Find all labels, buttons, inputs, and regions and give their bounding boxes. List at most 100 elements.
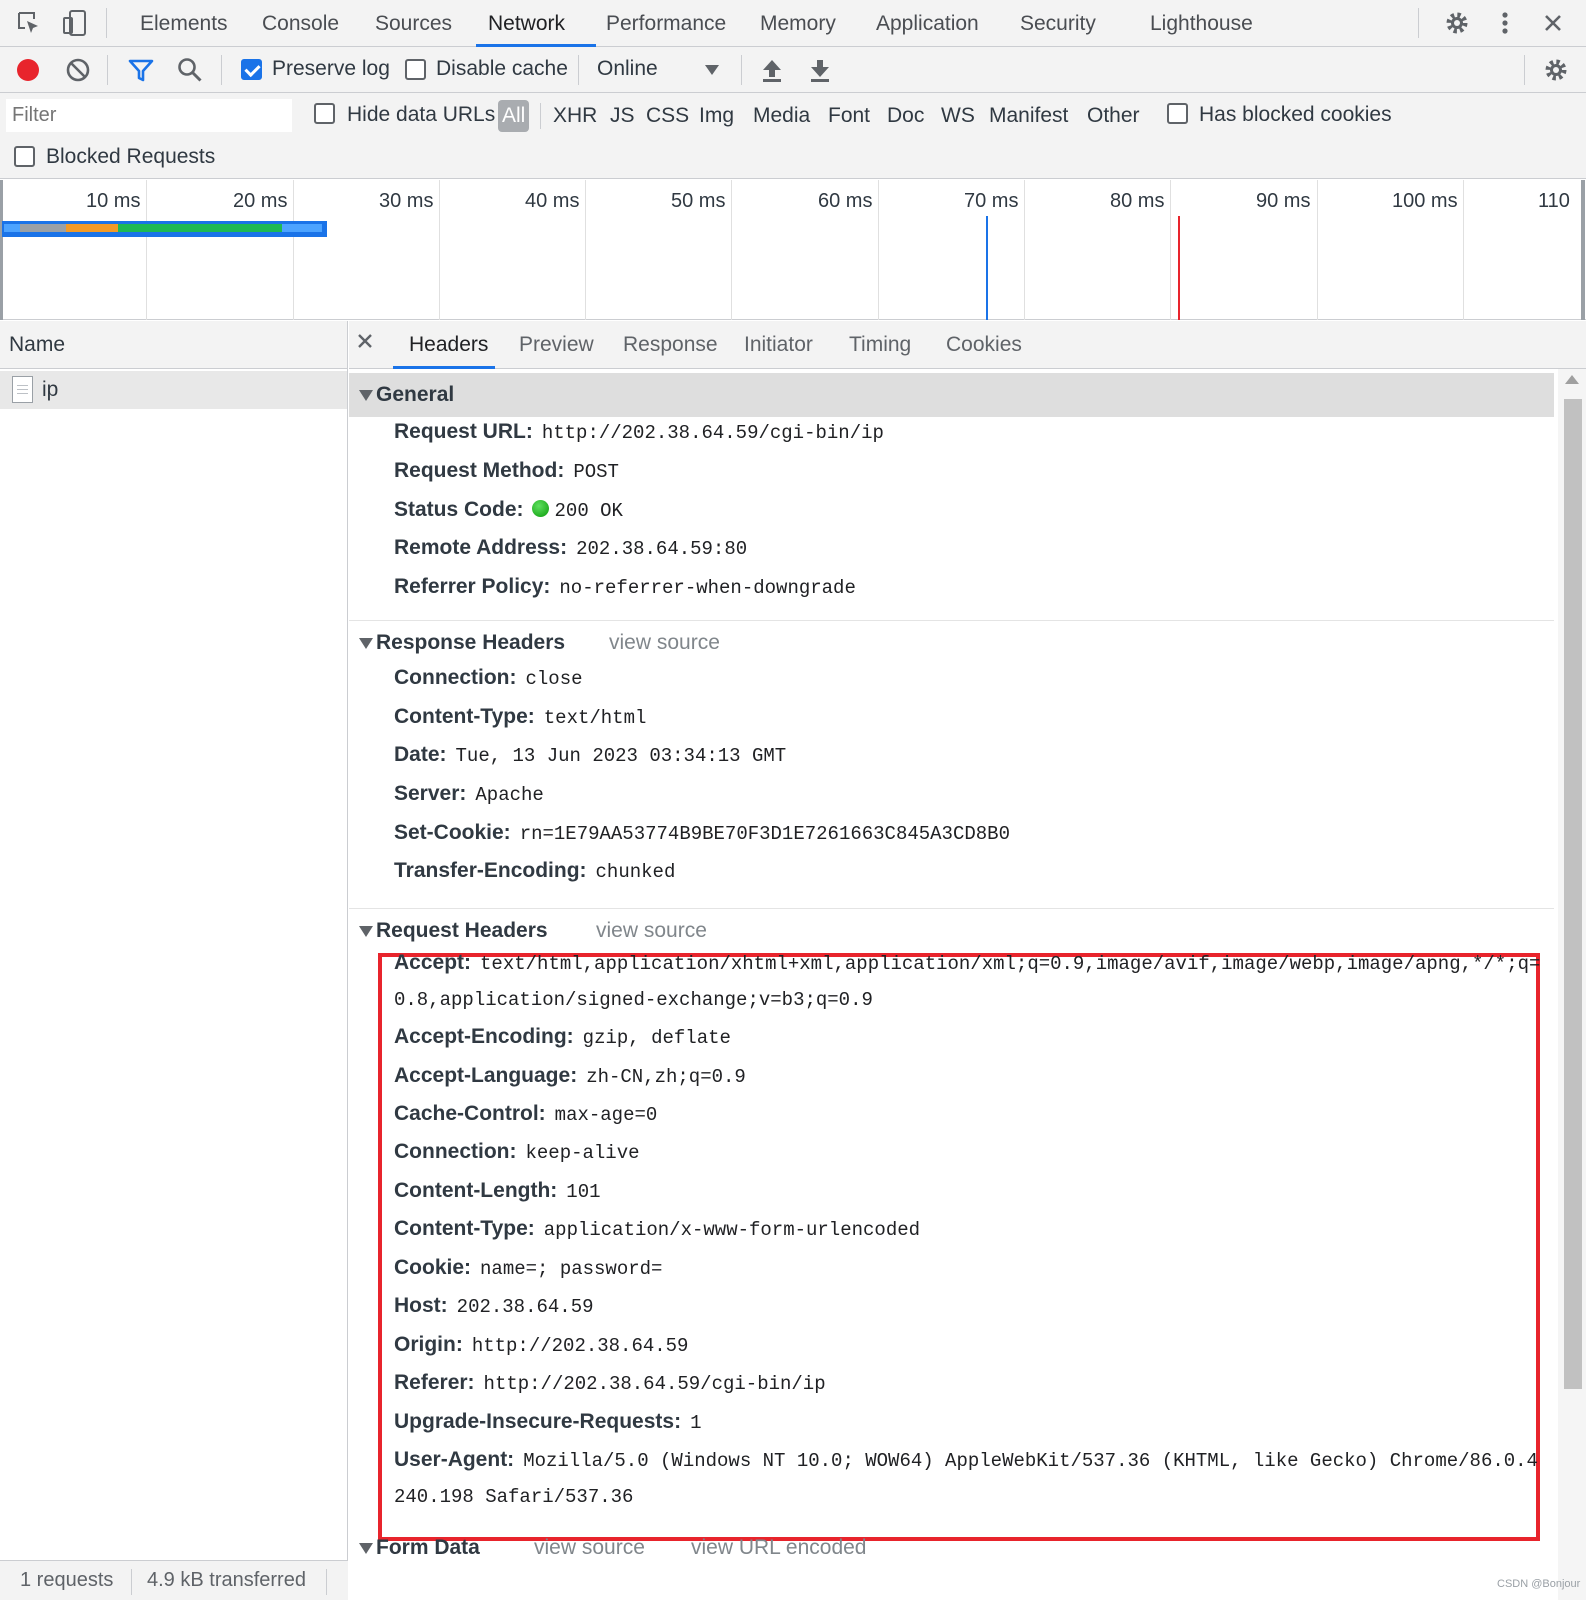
more-options-icon[interactable]: [1490, 8, 1520, 38]
scroll-up-arrow-icon[interactable]: [1565, 375, 1579, 384]
response-view-source-link[interactable]: view source: [609, 621, 720, 665]
tab-preview[interactable]: Preview: [519, 321, 594, 369]
active-detail-tab-indicator: [393, 366, 495, 369]
chevron-down-icon[interactable]: [697, 55, 727, 85]
general-section-header[interactable]: General: [349, 373, 1554, 417]
overview-tick: 100 ms: [1392, 190, 1458, 212]
response-header-row: Server: Apache: [394, 782, 544, 806]
overview-tick: 10 ms: [86, 190, 141, 212]
expand-triangle-icon: [359, 638, 373, 649]
tab-memory[interactable]: Memory: [760, 0, 836, 47]
export-har-icon[interactable]: [805, 55, 835, 85]
overview-gridline: [1317, 180, 1318, 320]
tab-sources[interactable]: Sources: [375, 0, 452, 47]
tab-timing[interactable]: Timing: [849, 321, 911, 369]
form-view-source-link[interactable]: view source: [534, 1526, 645, 1570]
filter-input[interactable]: [6, 99, 292, 132]
close-detail-icon[interactable]: [357, 329, 373, 355]
request-header-row: Connection: keep-alive: [394, 1140, 640, 1164]
search-icon[interactable]: [175, 55, 205, 85]
tab-headers[interactable]: Headers: [409, 321, 488, 369]
preserve-log-label[interactable]: Preserve log: [272, 57, 390, 81]
blocked-requests-label[interactable]: Blocked Requests: [46, 145, 215, 169]
response-headers-section-header[interactable]: Response Headers view source: [349, 621, 1554, 665]
hide-data-urls-label[interactable]: Hide data URLs: [347, 103, 495, 127]
has-blocked-cookies-checkbox[interactable]: [1167, 103, 1188, 124]
overview-tick: 110: [1538, 190, 1570, 212]
request-headers-section-header[interactable]: Request Headers view source: [349, 909, 1554, 953]
import-har-icon[interactable]: [757, 55, 787, 85]
response-header-row: Date: Tue, 13 Jun 2023 03:34:13 GMT: [394, 743, 787, 767]
filter-icon[interactable]: [126, 55, 156, 85]
request-headers-title: Request Headers: [376, 919, 548, 942]
request-row[interactable]: ip: [0, 371, 347, 409]
filter-type-all[interactable]: All: [498, 100, 530, 132]
tab-performance[interactable]: Performance: [606, 0, 726, 47]
request-header-row: Referer: http://202.38.64.59/cgi-bin/ip: [394, 1371, 826, 1395]
tab-security[interactable]: Security: [1020, 0, 1096, 47]
filter-type-manifest[interactable]: Manifest: [989, 100, 1068, 132]
tab-application[interactable]: Application: [876, 0, 979, 47]
settings-gear-icon[interactable]: [1442, 8, 1472, 38]
hide-data-urls-checkbox[interactable]: [314, 103, 335, 124]
filter-type-xhr[interactable]: XHR: [553, 100, 597, 132]
scrollbar-thumb[interactable]: [1564, 399, 1582, 1389]
request-header-row: Cookie: name=; password=: [394, 1256, 663, 1280]
overview-left-handle[interactable]: [0, 180, 3, 320]
request-list: Name ip: [0, 321, 348, 1566]
filter-type-doc[interactable]: Doc: [887, 100, 924, 132]
toolbar-divider: [1524, 55, 1525, 85]
request-header-row-continuation: 0.8,application/signed-exchange;v=b3;q=0…: [394, 989, 873, 1011]
throttling-select[interactable]: Online: [597, 57, 658, 81]
form-data-section-header[interactable]: Form Data view source view URL encoded: [349, 1526, 1554, 1570]
response-header-row: Content-Type: text/html: [394, 705, 647, 729]
response-header-row: Set-Cookie: rn=1E79AA53774B9BE70F3D1E7261…: [394, 821, 1010, 845]
detail-tab-bar: Headers Preview Response Initiator Timin…: [349, 321, 1586, 369]
tab-cookies[interactable]: Cookies: [946, 321, 1022, 369]
network-overview-timeline[interactable]: 10 ms 20 ms 30 ms 40 ms 50 ms 60 ms 70 m…: [0, 180, 1586, 320]
record-button[interactable]: [13, 55, 43, 85]
inspect-element-icon[interactable]: [14, 8, 44, 38]
filter-type-js[interactable]: JS: [610, 100, 635, 132]
tab-network[interactable]: Network: [488, 0, 565, 47]
blocked-requests-checkbox[interactable]: [14, 146, 35, 167]
has-blocked-cookies-label[interactable]: Has blocked cookies: [1199, 103, 1392, 127]
general-row-remote-address: Remote Address: 202.38.64.59:80: [394, 536, 748, 560]
clear-icon[interactable]: [63, 55, 93, 85]
name-column-header[interactable]: Name: [0, 321, 347, 369]
tab-lighthouse[interactable]: Lighthouse: [1150, 0, 1253, 47]
filter-type-other[interactable]: Other: [1087, 100, 1140, 132]
request-header-row: Upgrade-Insecure-Requests: 1: [394, 1410, 702, 1434]
disable-cache-label[interactable]: Disable cache: [436, 57, 568, 81]
view-url-encoded-link[interactable]: view URL encoded: [691, 1526, 867, 1570]
request-view-source-link[interactable]: view source: [596, 909, 707, 953]
filter-type-ws[interactable]: WS: [941, 100, 975, 132]
detail-scrollbar[interactable]: [1558, 369, 1586, 1600]
filter-type-css[interactable]: CSS: [646, 100, 689, 132]
device-toolbar-icon[interactable]: [60, 8, 90, 38]
tab-elements[interactable]: Elements: [140, 0, 228, 47]
response-header-row: Connection: close: [394, 666, 583, 690]
tab-initiator[interactable]: Initiator: [744, 321, 813, 369]
filter-type-img[interactable]: Img: [699, 100, 734, 132]
preserve-log-checkbox[interactable]: [241, 59, 262, 80]
overview-right-handle[interactable]: [1581, 180, 1585, 320]
response-header-row: Transfer-Encoding: chunked: [394, 859, 676, 883]
general-row-status-code: Status Code: 200 OK: [394, 498, 623, 522]
overview-gridline: [1024, 180, 1025, 320]
disable-cache-checkbox[interactable]: [405, 59, 426, 80]
tab-console[interactable]: Console: [262, 0, 339, 47]
close-devtools-icon[interactable]: [1538, 8, 1568, 38]
tab-response[interactable]: Response: [623, 321, 718, 369]
filter-divider: [540, 103, 541, 129]
toolbar-divider: [106, 8, 107, 38]
overview-tick: 20 ms: [233, 190, 288, 212]
filter-type-media[interactable]: Media: [753, 100, 810, 132]
network-settings-gear-icon[interactable]: [1541, 55, 1571, 85]
request-name[interactable]: ip: [42, 378, 58, 402]
toolbar-divider: [1418, 8, 1419, 38]
filter-type-font[interactable]: Font: [828, 100, 870, 132]
expand-triangle-icon: [359, 1543, 373, 1554]
expand-triangle-icon: [359, 390, 373, 401]
overview-gridline: [1463, 180, 1464, 320]
